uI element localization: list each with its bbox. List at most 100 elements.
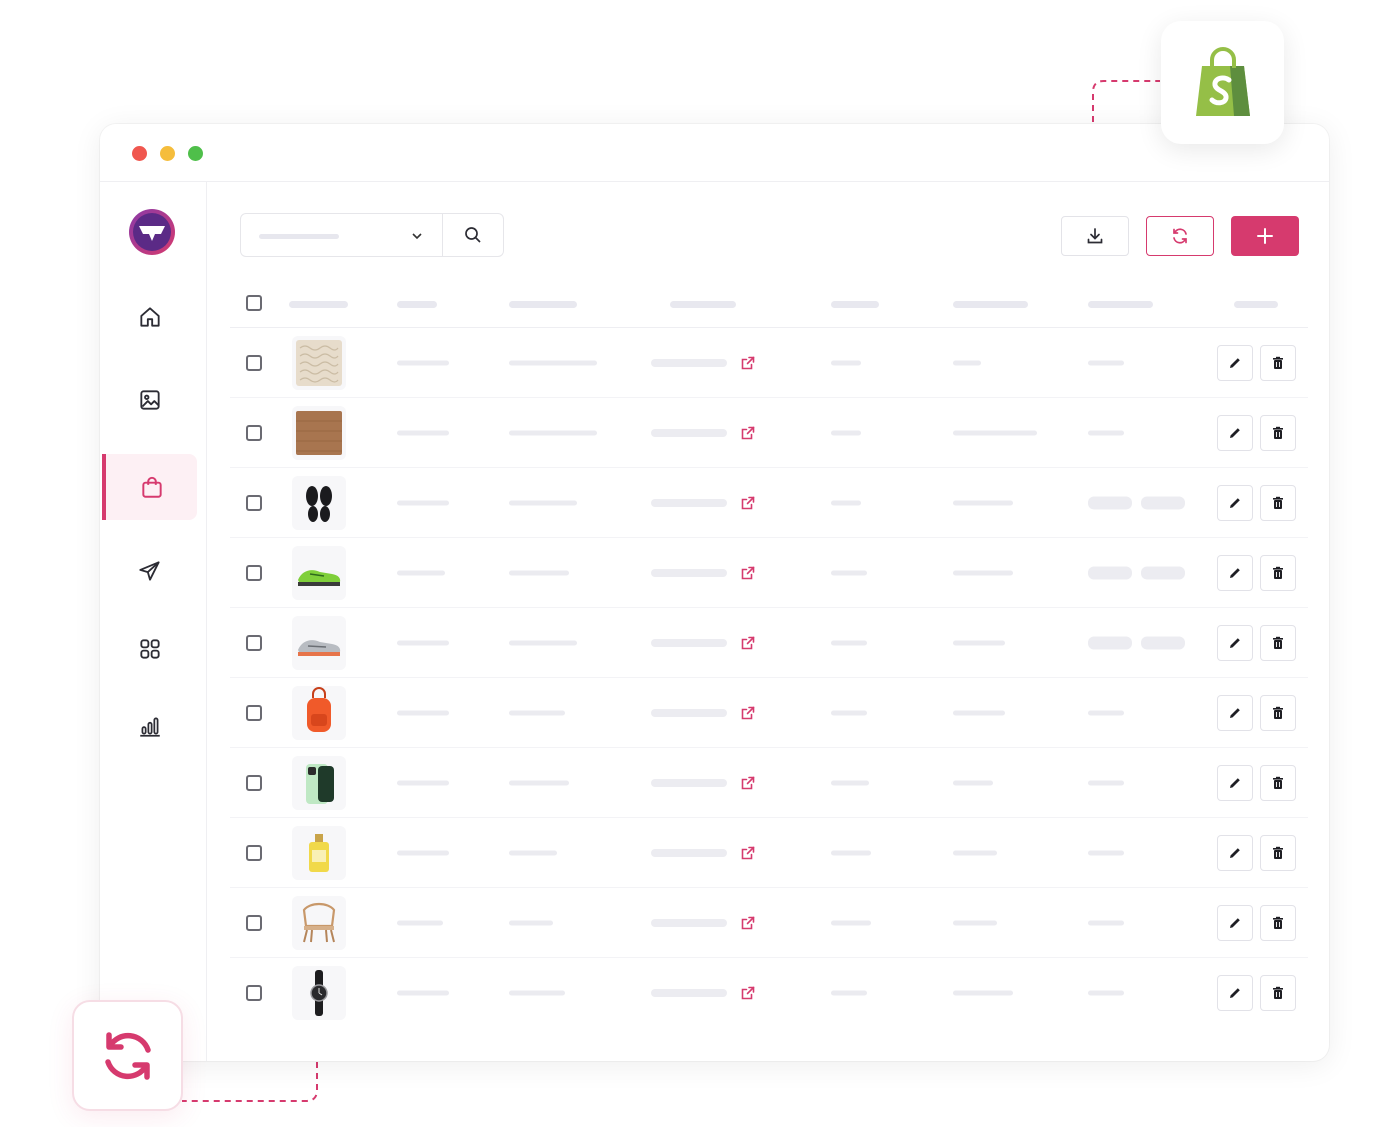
product-thumbnail[interactable] [292, 685, 346, 740]
app-stage [0, 0, 1396, 1127]
delete-button[interactable] [1260, 904, 1296, 941]
row-checkbox[interactable] [246, 564, 262, 581]
product-link-placeholder[interactable] [651, 918, 727, 927]
external-link-icon[interactable] [740, 425, 756, 441]
external-link-icon[interactable] [740, 845, 756, 861]
app-logo[interactable] [128, 208, 176, 256]
edit-button[interactable] [1217, 484, 1253, 521]
delete-button[interactable] [1260, 414, 1296, 451]
external-link-icon[interactable] [740, 355, 756, 371]
row-checkbox[interactable] [246, 985, 262, 1001]
table-row[interactable] [230, 888, 1308, 958]
row-checkbox[interactable] [246, 354, 262, 371]
maximize-window-button[interactable] [188, 146, 203, 161]
minimize-window-button[interactable] [160, 146, 175, 161]
column-header[interactable] [831, 301, 879, 308]
external-link-icon[interactable] [740, 635, 756, 651]
table-row[interactable] [230, 538, 1308, 608]
row-checkbox[interactable] [246, 704, 262, 721]
edit-button[interactable] [1217, 624, 1253, 661]
product-thumbnail[interactable] [292, 475, 346, 530]
product-link-placeholder[interactable] [651, 638, 727, 647]
row-checkbox[interactable] [246, 494, 262, 511]
product-link-placeholder[interactable] [651, 708, 727, 717]
close-window-button[interactable] [132, 146, 147, 161]
search-button[interactable] [443, 214, 503, 256]
external-link-icon[interactable] [740, 775, 756, 791]
external-link-icon[interactable] [740, 705, 756, 721]
cell-placeholder [953, 990, 1013, 996]
row-checkbox[interactable] [246, 844, 262, 861]
sidebar-item-apps[interactable] [102, 616, 197, 682]
table-row[interactable] [230, 748, 1308, 818]
download-button[interactable] [1061, 216, 1129, 256]
table-row[interactable] [230, 468, 1308, 538]
edit-button[interactable] [1217, 834, 1253, 871]
row-checkbox[interactable] [246, 914, 262, 931]
delete-button[interactable] [1260, 344, 1296, 381]
edit-button[interactable] [1217, 554, 1253, 591]
product-link-placeholder[interactable] [651, 848, 727, 857]
sidebar-item-home[interactable] [102, 284, 197, 350]
filter-dropdown[interactable] [241, 214, 443, 256]
column-header[interactable] [1234, 301, 1278, 308]
product-thumbnail[interactable] [292, 966, 346, 1020]
product-thumbnail[interactable] [292, 545, 346, 600]
column-header[interactable] [1088, 301, 1153, 308]
trash-icon [1273, 356, 1283, 369]
sync-button[interactable] [1146, 216, 1214, 256]
product-link-placeholder[interactable] [651, 358, 727, 367]
product-link-placeholder[interactable] [651, 989, 727, 997]
column-header[interactable] [397, 301, 437, 308]
edit-button[interactable] [1217, 694, 1253, 731]
row-checkbox[interactable] [246, 774, 262, 791]
sidebar-item-products[interactable] [102, 454, 197, 520]
sync-integration-card[interactable] [72, 1000, 183, 1111]
external-link-icon[interactable] [740, 495, 756, 511]
product-thumbnail[interactable] [292, 755, 346, 810]
edit-button[interactable] [1217, 904, 1253, 941]
product-link-placeholder[interactable] [651, 778, 727, 787]
send-icon [138, 561, 160, 581]
delete-button[interactable] [1260, 624, 1296, 661]
add-product-button[interactable] [1231, 216, 1299, 256]
row-checkbox[interactable] [246, 634, 262, 651]
external-link-icon[interactable] [740, 915, 756, 931]
product-link-placeholder[interactable] [651, 428, 727, 437]
external-link-icon[interactable] [740, 985, 756, 1001]
delete-button[interactable] [1260, 764, 1296, 801]
table-row[interactable] [230, 608, 1308, 678]
table-row[interactable] [230, 818, 1308, 888]
product-thumbnail[interactable] [292, 405, 346, 460]
sidebar-item-analytics[interactable] [102, 693, 197, 759]
table-row[interactable] [230, 328, 1308, 398]
delete-button[interactable] [1260, 975, 1296, 1011]
column-header[interactable] [953, 301, 1028, 308]
table-row[interactable] [230, 678, 1308, 748]
delete-button[interactable] [1260, 834, 1296, 871]
delete-button[interactable] [1260, 554, 1296, 591]
select-all-checkbox[interactable] [246, 295, 262, 311]
table-row[interactable] [230, 958, 1308, 1028]
column-header[interactable] [670, 301, 736, 308]
product-thumbnail[interactable] [292, 895, 346, 950]
column-header[interactable] [509, 301, 577, 308]
product-link-placeholder[interactable] [651, 498, 727, 507]
edit-button[interactable] [1217, 344, 1253, 381]
delete-button[interactable] [1260, 484, 1296, 521]
delete-button[interactable] [1260, 694, 1296, 731]
column-header[interactable] [289, 301, 348, 308]
shopify-integration-card[interactable] [1161, 21, 1284, 144]
edit-button[interactable] [1217, 414, 1253, 451]
edit-button[interactable] [1217, 975, 1253, 1011]
row-checkbox[interactable] [246, 424, 262, 441]
edit-button[interactable] [1217, 764, 1253, 801]
external-link-icon[interactable] [740, 565, 756, 581]
product-thumbnail[interactable] [292, 825, 346, 880]
sidebar-item-campaigns[interactable] [102, 538, 197, 604]
product-thumbnail[interactable] [292, 615, 346, 670]
table-row[interactable] [230, 398, 1308, 468]
product-link-placeholder[interactable] [651, 568, 727, 577]
product-thumbnail[interactable] [292, 335, 346, 390]
sidebar-item-media[interactable] [102, 367, 197, 433]
